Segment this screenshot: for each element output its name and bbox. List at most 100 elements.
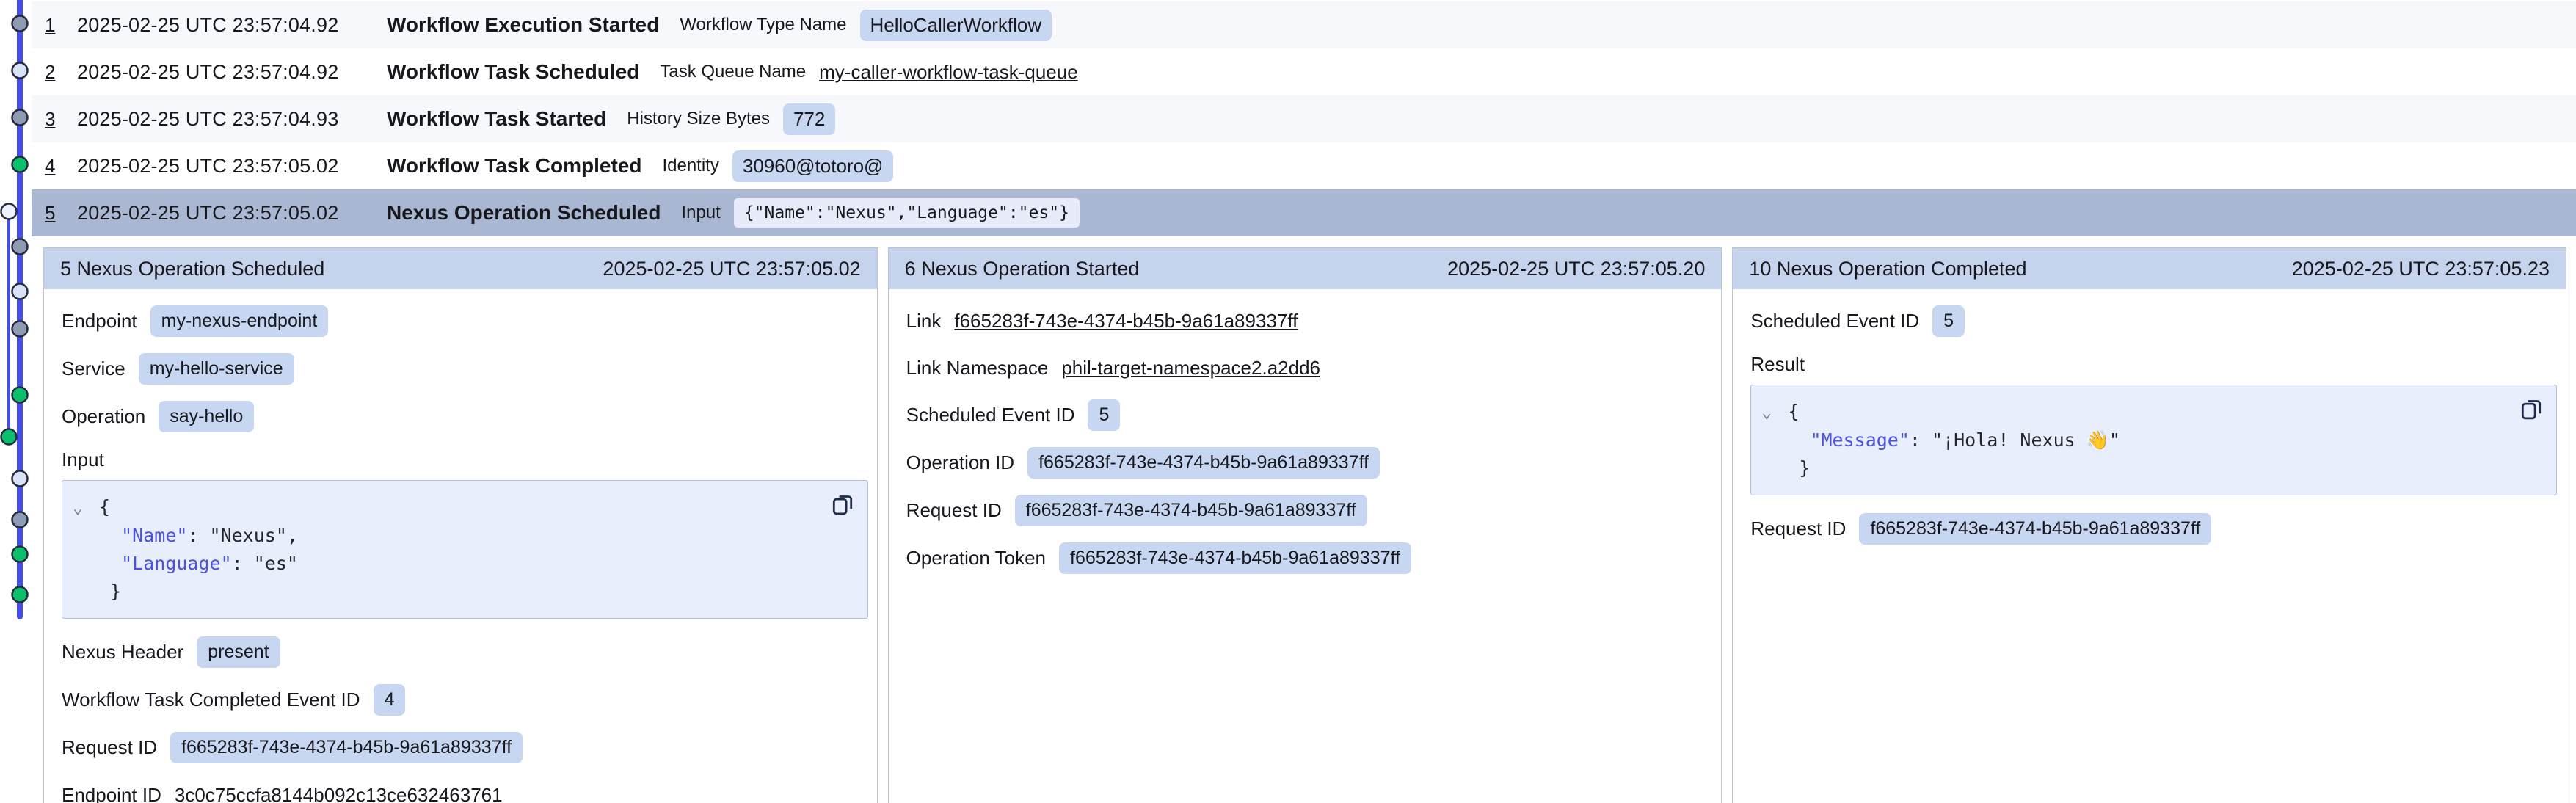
event-timestamp: 2025-02-25 UTC 23:57:04.92 (77, 61, 387, 84)
event-row-2[interactable]: 22025-02-25 UTC 23:57:04.92Workflow Task… (32, 48, 2576, 95)
code-line: "Name": "Nexus", (73, 522, 853, 550)
json-text: : "Nexus", (187, 525, 298, 546)
event-attr-badge: 30960@totoro@ (732, 150, 894, 182)
event-timestamp: 2025-02-25 UTC 23:57:04.92 (77, 14, 387, 37)
event-attr-badge: 772 (783, 103, 835, 135)
event-dot-green (12, 157, 28, 172)
event-attr-label: Workflow Type Name (680, 15, 846, 35)
detail-field: Endpoint ID3c0c75ccfa8144b092c13ce632463… (62, 780, 868, 803)
panel-header: 5 Nexus Operation Scheduled2025-02-25 UT… (44, 248, 877, 289)
event-dot-green (12, 388, 28, 403)
detail-field: Link f665283f-743e-4374-b45b-9a61a89337ff (906, 305, 1713, 336)
field-label: Workflow Task Completed Event ID (62, 688, 360, 711)
event-detail-panel: 6 Nexus Operation Started 2025-02-25 UTC … (888, 247, 1722, 803)
field-badge: my-hello-service (139, 353, 294, 385)
event-attr-badge: {"Name":"Nexus","Language":"es"} (734, 198, 1080, 228)
code-line: "Message": "¡Hola! Nexus 👋" (1761, 426, 2542, 454)
detail-field: Operationsay-hello (62, 401, 868, 432)
code-line: } (1761, 454, 2542, 482)
json-text: { (1788, 401, 1799, 422)
json-text: { (99, 496, 110, 517)
event-detail-panel: 10 Nexus Operation Completed 2025-02-25 U… (1732, 247, 2566, 803)
event-row-4[interactable]: 42025-02-25 UTC 23:57:05.02Workflow Task… (32, 142, 2576, 189)
copy-button[interactable] (2518, 394, 2544, 422)
json-key: "Message" (1810, 429, 1909, 451)
panel-timestamp: 2025-02-25 UTC 23:57:05.23 (2292, 258, 2550, 280)
event-attr-label: Identity (662, 156, 718, 176)
panel-body: Link f665283f-743e-4374-b45b-9a61a89337ff… (889, 289, 1722, 590)
json-code-viewer: ⌄{ "Message": "¡Hola! Nexus 👋" } (1750, 385, 2557, 495)
field-label: Service (62, 357, 125, 380)
panel-body: Scheduled Event ID5 Result⌄{ "Message": "… (1733, 289, 2566, 561)
event-attr-label: Input (681, 203, 720, 223)
json-key: "Name" (121, 525, 187, 546)
event-dot-green (12, 587, 28, 603)
field-label: Request ID (906, 499, 1002, 522)
field-badge: f665283f-743e-4374-b45b-9a61a89337ff (1027, 447, 1380, 479)
field-label: Link Namespace (906, 357, 1049, 379)
json-text: : "¡Hola! Nexus 👋" (1910, 429, 2120, 451)
event-dot-green (1, 429, 17, 445)
event-id-link[interactable]: 3 (45, 108, 77, 131)
field-label: Operation ID (906, 451, 1014, 474)
field-link[interactable]: 3c0c75ccfa8144b092c13ce632463761 (175, 784, 503, 803)
event-id-link[interactable]: 2 (45, 61, 77, 84)
field-label: Input (62, 448, 104, 470)
event-attr-link[interactable]: my-caller-workflow-task-queue (819, 61, 1078, 84)
field-link[interactable]: f665283f-743e-4374-b45b-9a61a89337ff (954, 310, 1298, 333)
field-label: Endpoint (62, 310, 137, 333)
event-timestamp: 2025-02-25 UTC 23:57:05.02 (77, 202, 387, 225)
panel-timestamp: 2025-02-25 UTC 23:57:05.20 (1447, 258, 1705, 280)
event-dot-gray (12, 512, 28, 528)
panel-title: 6 Nexus Operation Started (905, 258, 1140, 280)
panel-header: 10 Nexus Operation Completed 2025-02-25 U… (1733, 248, 2566, 289)
code-line: "Language": "es" (73, 550, 853, 578)
field-label: Link (906, 310, 942, 333)
event-timestamp: 2025-02-25 UTC 23:57:04.93 (77, 108, 387, 131)
event-history-table: 12025-02-25 UTC 23:57:04.92Workflow Exec… (32, 1, 2576, 236)
event-name: Workflow Task Started (387, 107, 606, 131)
json-text (99, 553, 121, 574)
event-dot-white (1, 204, 17, 219)
event-detail-panel: 5 Nexus Operation Scheduled2025-02-25 UT… (43, 247, 878, 803)
event-row-3[interactable]: 32025-02-25 UTC 23:57:04.93Workflow Task… (32, 95, 2576, 142)
field-code: Input ⌄{ "Name": "Nexus", "Language": "es… (62, 448, 868, 619)
event-dot-green (12, 547, 28, 562)
detail-field: Scheduled Event ID5 (906, 399, 1713, 431)
event-timestamp: 2025-02-25 UTC 23:57:05.02 (77, 155, 387, 178)
field-badge: my-nexus-endpoint (150, 305, 329, 337)
field-badge: present (197, 636, 280, 668)
code-line: ⌄{ (1761, 398, 2542, 426)
event-attr-label: History Size Bytes (627, 109, 770, 129)
event-name: Workflow Task Completed (387, 154, 641, 178)
event-id-link[interactable]: 1 (45, 14, 77, 37)
panel-title: 10 Nexus Operation Completed (1749, 258, 2026, 280)
copy-button[interactable] (829, 490, 856, 517)
json-code-viewer: ⌄{ "Name": "Nexus", "Language": "es" } (62, 480, 868, 619)
field-code: Result⌄{ "Message": "¡Hola! Nexus 👋" } (1750, 353, 2557, 495)
field-label: Request ID (1750, 517, 1846, 540)
event-row-5[interactable]: 52025-02-25 UTC 23:57:05.02Nexus Operati… (32, 189, 2576, 236)
field-badge: say-hello (159, 401, 254, 432)
field-link[interactable]: phil-target-namespace2.a2dd6 (1061, 357, 1320, 379)
detail-field: Scheduled Event ID5 (1750, 305, 2557, 337)
collapse-chevron-icon[interactable]: ⌄ (1761, 399, 1788, 426)
detail-field: Endpoint my-nexus-endpoint (62, 305, 868, 337)
event-row-1[interactable]: 12025-02-25 UTC 23:57:04.92Workflow Exec… (32, 1, 2576, 48)
event-attr-badge: HelloCallerWorkflow (860, 10, 1052, 41)
panel-header: 6 Nexus Operation Started 2025-02-25 UTC … (889, 248, 1722, 289)
event-dot-light (12, 471, 28, 487)
event-id-link[interactable]: 5 (45, 202, 77, 225)
detail-field: Request IDf665283f-743e-4374-b45b-9a61a8… (62, 732, 868, 763)
collapse-chevron-icon[interactable]: ⌄ (73, 494, 99, 522)
copy-icon (2518, 394, 2544, 422)
event-attr-label: Task Queue Name (660, 62, 806, 82)
field-badge: 5 (1932, 305, 1965, 337)
event-dot-light (12, 284, 28, 299)
event-id-link[interactable]: 4 (45, 155, 77, 178)
event-name: Workflow Task Scheduled (387, 60, 639, 84)
field-badge: f665283f-743e-4374-b45b-9a61a89337ff (1059, 542, 1411, 574)
json-text (1788, 429, 1810, 451)
event-name: Nexus Operation Scheduled (387, 201, 661, 225)
detail-field: Workflow Task Completed Event ID4 (62, 684, 868, 716)
